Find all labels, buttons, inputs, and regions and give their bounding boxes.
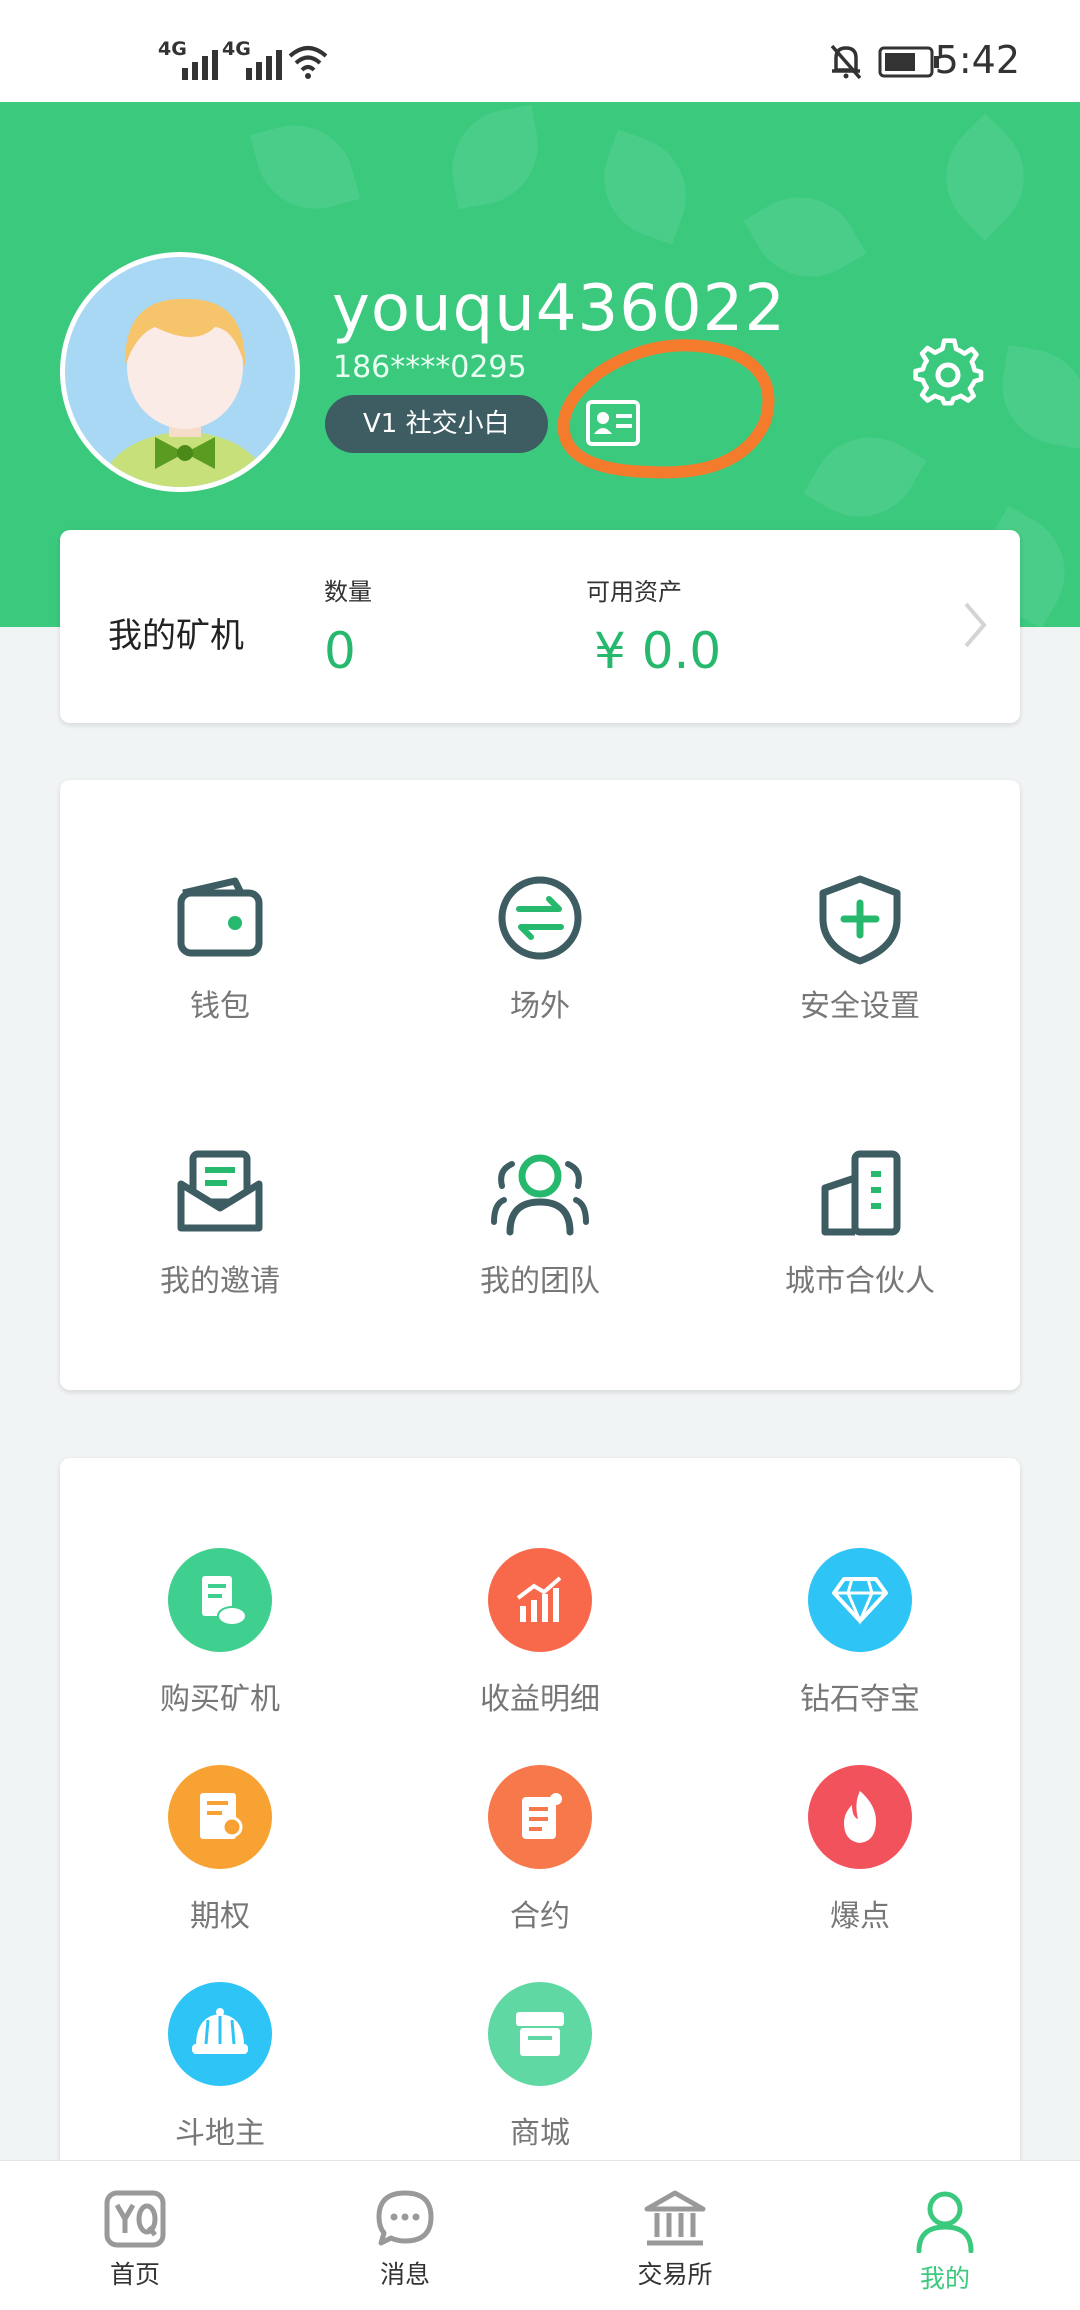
invite-envelope-icon	[177, 1150, 263, 1232]
earnings-detail-item[interactable]: 收益明细	[380, 1548, 700, 1718]
mall-item[interactable]: 商城	[380, 1982, 700, 2152]
hot-spot-item[interactable]: 爆点	[700, 1765, 1020, 1935]
contract-label: 合约	[510, 1899, 570, 1934]
my-miners-title: 我的矿机	[108, 616, 244, 656]
my-miners-card[interactable]: 我的矿机 数量 0 可用资产 ¥ 0.0	[60, 530, 1020, 723]
mute-bell-icon	[830, 44, 862, 80]
signal-icon-1	[182, 40, 218, 80]
buildings-icon	[821, 1150, 901, 1236]
diamond-treasure-label: 钻石夺宝	[800, 1682, 920, 1717]
battery-icon	[878, 46, 939, 78]
nav-profile-label: 我的	[919, 2264, 970, 2293]
gear-icon[interactable]	[912, 337, 984, 409]
leaf-pattern	[587, 129, 703, 245]
phone-number: 186****0295	[333, 350, 527, 385]
exchange-icon	[498, 876, 582, 960]
annotation-circle	[557, 339, 775, 479]
avatar[interactable]	[60, 252, 300, 492]
profile-icon	[916, 2191, 974, 2253]
contract-item[interactable]: 合约	[380, 1765, 700, 1935]
signal-icon-2	[246, 40, 282, 80]
nav-exchange[interactable]: 交易所	[575, 2161, 775, 2310]
my-invite-item[interactable]: 我的邀请	[60, 1150, 380, 1300]
quantity-label: 数量	[324, 578, 372, 606]
landlord-game-item[interactable]: 斗地主	[60, 1982, 380, 2152]
nav-exchange-label: 交易所	[637, 2260, 713, 2289]
clock: 5:42	[934, 38, 1020, 82]
my-invite-label: 我的邀请	[160, 1264, 280, 1299]
options-item[interactable]: 期权	[60, 1765, 380, 1935]
wallet-item[interactable]: 钱包	[60, 875, 380, 1025]
landlord-hat-icon	[168, 1982, 272, 2086]
contract-icon	[488, 1765, 592, 1869]
city-partner-item[interactable]: 城市合伙人	[700, 1150, 1020, 1300]
chevron-right-icon	[964, 602, 987, 648]
earnings-detail-label: 收益明细	[480, 1682, 600, 1717]
landlord-game-label: 斗地主	[175, 2116, 265, 2151]
available-assets-label: 可用资产	[586, 578, 682, 606]
nav-home-label: 首页	[109, 2260, 160, 2289]
nav-profile[interactable]: 我的	[845, 2161, 1045, 2310]
wallet-label: 钱包	[190, 989, 250, 1024]
status-bar: 4G 4G 5:42	[0, 0, 1080, 102]
chart-icon	[488, 1548, 592, 1652]
message-icon	[376, 2190, 434, 2246]
buy-miner-item[interactable]: 购买矿机	[60, 1548, 380, 1718]
available-assets-value: ¥ 0.0	[594, 622, 722, 680]
quantity-value: 0	[324, 622, 356, 680]
shield-icon	[819, 875, 901, 965]
account-menu-card: 钱包 场外 安全设置 我的邀请 我的团队 城市合伙人	[60, 780, 1020, 1390]
leaf-pattern	[921, 113, 1049, 241]
my-team-item[interactable]: 我的团队	[380, 1150, 700, 1300]
my-team-label: 我的团队	[480, 1264, 600, 1299]
diamond-treasure-item[interactable]: 钻石夺宝	[700, 1548, 1020, 1718]
mall-label: 商城	[510, 2116, 570, 2151]
exchange-building-icon	[644, 2190, 706, 2246]
flame-icon	[808, 1765, 912, 1869]
otc-item[interactable]: 场外	[380, 875, 700, 1025]
city-partner-label: 城市合伙人	[785, 1264, 935, 1299]
buy-miner-icon	[168, 1548, 272, 1652]
options-label: 期权	[190, 1899, 250, 1934]
hot-spot-label: 爆点	[830, 1899, 890, 1934]
option-doc-icon	[168, 1765, 272, 1869]
home-yq-icon	[104, 2190, 166, 2248]
level-badge[interactable]: V1 社交小白	[325, 395, 548, 453]
buy-miner-label: 购买矿机	[160, 1682, 280, 1717]
nav-home[interactable]: 首页	[35, 2161, 235, 2310]
team-icon	[491, 1154, 589, 1236]
leaf-pattern	[803, 415, 927, 539]
wifi-icon	[288, 46, 328, 79]
leaf-pattern	[249, 111, 361, 223]
wallet-icon	[177, 877, 263, 957]
leaf-pattern	[992, 344, 1080, 450]
bottom-navigation: 首页 消息 交易所 我的	[0, 2160, 1080, 2310]
security-settings-label: 安全设置	[800, 989, 920, 1024]
nav-messages[interactable]: 消息	[305, 2161, 505, 2310]
leaf-pattern	[442, 104, 548, 210]
nav-messages-label: 消息	[379, 2260, 430, 2289]
otc-label: 场外	[510, 989, 570, 1024]
store-icon	[488, 1982, 592, 2086]
security-settings-item[interactable]: 安全设置	[700, 875, 1020, 1025]
diamond-icon	[808, 1548, 912, 1652]
